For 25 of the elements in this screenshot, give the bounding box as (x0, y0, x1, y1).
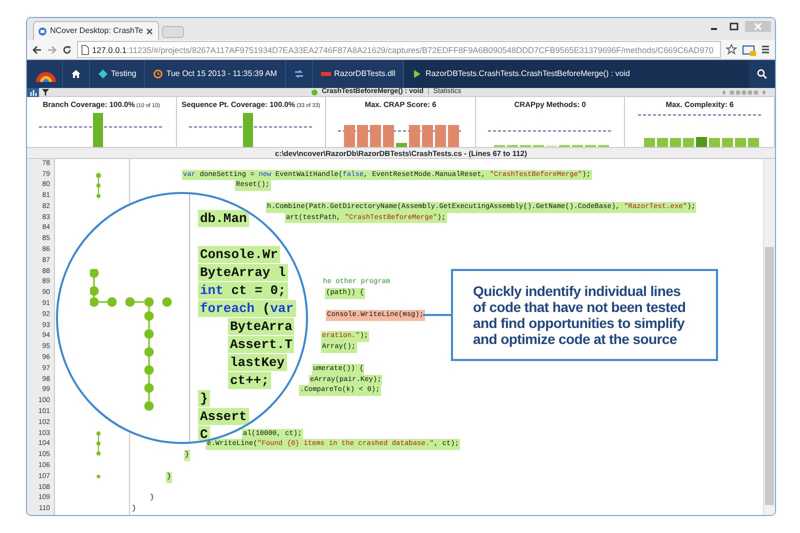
star-icon[interactable] (726, 44, 737, 56)
page-icon (38, 26, 47, 36)
clock-icon (153, 69, 164, 80)
coverage-path-drawing (96, 172, 101, 198)
home-icon[interactable] (71, 69, 81, 80)
reload-icon[interactable] (62, 44, 72, 55)
close-icon[interactable] (146, 28, 153, 35)
back-icon[interactable] (32, 44, 42, 55)
bar-chart-icon[interactable] (30, 88, 36, 96)
url-field[interactable]: 127.0.0.1:11235/#/projects/8267A117AF9751934D7EA33EA2746F87A8A21629/captures/B72EDFF8F9A6B090548DDD7CFB9565E31379696F/methods/C669C6AD970 (77, 41, 721, 58)
dot-icon (310, 88, 318, 96)
cast-icon[interactable] (742, 44, 756, 56)
menu-icon[interactable] (761, 45, 770, 54)
filter-icon[interactable] (42, 88, 48, 96)
scrollbar[interactable] (763, 158, 775, 515)
arrows-icon[interactable] (294, 69, 304, 80)
page-icon (81, 44, 89, 55)
search-icon[interactable] (757, 69, 767, 80)
browser-tab[interactable]: NCover Desktop: CrashTe (33, 21, 159, 40)
breadcrumb-item[interactable]: RazorDBTests.CrashTests.CrashTestBeforeMerge() : void (404, 60, 749, 88)
diamond-icon (98, 69, 108, 80)
triangle-icon (412, 69, 422, 80)
dot-icon (96, 474, 101, 479)
coverage-path-drawing (96, 430, 101, 456)
callout-text: Quickly indentify individual lines of code that have not been tested and find opportunities to simplify and optimize code at the source (473, 282, 687, 347)
